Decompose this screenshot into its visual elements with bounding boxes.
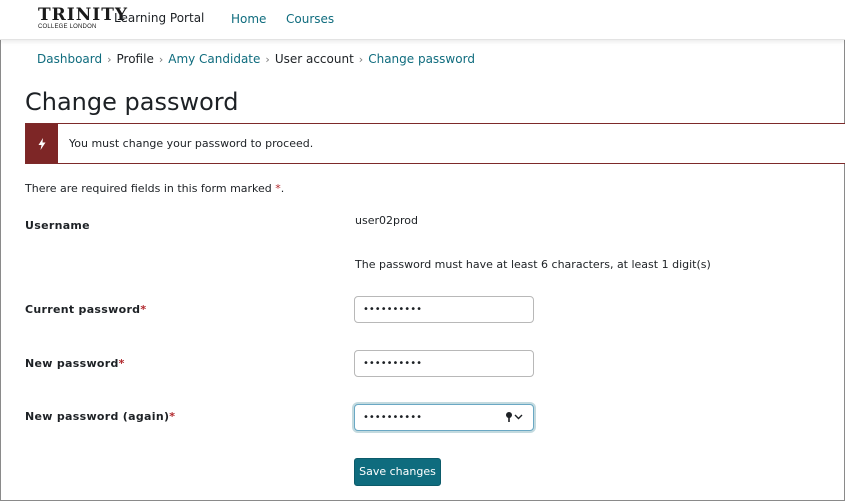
logo-sub-text: COLLEGE LONDON (38, 24, 97, 30)
breadcrumb-profile: Profile (116, 52, 154, 66)
password-rule-text: The password must have at least 6 charac… (355, 258, 711, 271)
breadcrumb-user-account: User account (274, 52, 354, 66)
alert-icon-box (26, 124, 58, 163)
current-password-input[interactable]: •••••••••• (354, 296, 534, 323)
breadcrumb-amy-candidate[interactable]: Amy Candidate (168, 52, 260, 66)
nav-home-link[interactable]: Home (231, 12, 266, 26)
trinity-logo[interactable]: TRINITY COLLEGE LONDON (38, 5, 129, 31)
breadcrumb-separator: › (265, 53, 270, 66)
site-name[interactable]: Learning Portal (114, 11, 204, 25)
bolt-icon (38, 137, 46, 150)
new-password-again-label: New password (again)* (25, 410, 175, 423)
breadcrumb: Dashboard › Profile › Amy Candidate › User acc… (37, 52, 475, 66)
username-value: user02prod (355, 214, 418, 227)
new-password-again-label-text: New password (again) (25, 410, 170, 423)
save-changes-button[interactable]: Save changes (354, 458, 441, 486)
top-navbar: TRINITY COLLEGE LONDON Learning Portal H… (0, 0, 845, 40)
breadcrumb-separator: › (158, 53, 164, 66)
alert-message: You must change your password to proceed… (69, 137, 314, 150)
nav-courses-link[interactable]: Courses (286, 12, 334, 26)
new-password-label-text: New password (25, 357, 119, 370)
required-asterisk-icon: * (118, 357, 125, 370)
current-password-label: Current password* (25, 303, 146, 316)
breadcrumb-separator: › (107, 53, 112, 66)
username-label: Username (25, 219, 90, 232)
required-note-period: . (280, 182, 285, 195)
breadcrumb-separator: › (358, 53, 364, 66)
breadcrumb-change-password[interactable]: Change password (368, 52, 475, 66)
required-fields-note: There are required fields in this form m… (25, 182, 284, 195)
alert-banner: You must change your password to proceed… (25, 123, 845, 164)
key-dropdown-icon[interactable] (505, 411, 527, 426)
required-note-text: There are required fields in this form m… (25, 182, 272, 195)
required-asterisk-icon: * (140, 303, 147, 316)
new-password-again-input[interactable]: •••••••••• (354, 404, 534, 431)
new-password-again-value: •••••••••• (363, 412, 422, 423)
logo-main-text: TRINITY (38, 5, 129, 25)
current-password-label-text: Current password (25, 303, 141, 316)
username-label-text: Username (25, 219, 90, 232)
required-asterisk-icon: * (169, 410, 176, 423)
new-password-label: New password* (25, 357, 125, 370)
breadcrumb-dashboard[interactable]: Dashboard (37, 52, 102, 66)
page-title: Change password (25, 88, 239, 116)
new-password-input[interactable]: •••••••••• (354, 350, 534, 377)
